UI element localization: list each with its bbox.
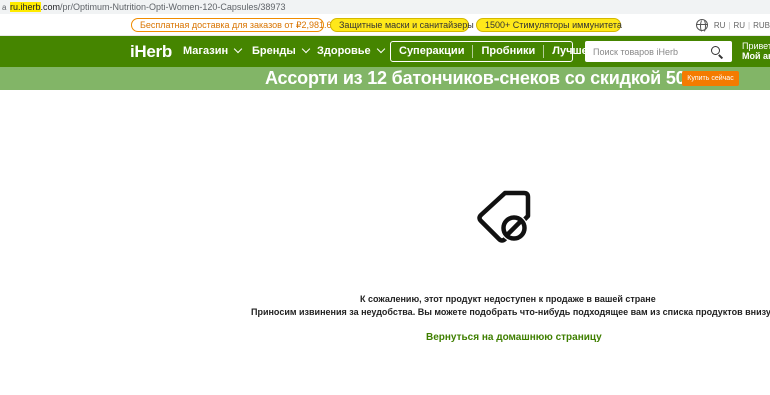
menu-brands-label: Бренды — [252, 45, 296, 57]
buy-now-button[interactable]: Купить сейчас — [682, 71, 739, 86]
free-shipping-pill[interactable]: Бесплатная доставка для заказов от ₽2,98… — [131, 18, 337, 32]
quick-links: Суперакции Пробники Лучшее — [390, 41, 594, 62]
search-icon[interactable] — [711, 46, 720, 55]
address-bar[interactable]: a ru.iherb .com/pr/Optimum-Nutrition-Opti… — [0, 0, 770, 14]
divider: | — [748, 20, 751, 30]
chevron-down-icon — [376, 44, 385, 54]
country-code: RU — [713, 20, 726, 30]
greeting-text: Привет — [742, 41, 770, 51]
menu-shop[interactable]: Магазин — [183, 44, 243, 57]
currency-code: RUB — [753, 20, 770, 30]
menu-health-label: Здоровье — [317, 45, 371, 57]
iherb-logo[interactable]: iHerb — [130, 42, 172, 62]
account-label: Мой ак — [742, 51, 770, 61]
lock-icon: a — [2, 2, 7, 12]
tag-unavailable-icon — [477, 190, 531, 243]
divider: | — [728, 20, 731, 30]
main-content: К сожалению, этот продукт недоступен к п… — [0, 90, 770, 395]
immunity-pill[interactable]: 1500+ Стимуляторы иммунитета — [476, 18, 622, 32]
chevron-down-icon — [233, 44, 243, 54]
banner-text[interactable]: Ассорти из 12 батончиков-снеков со скидк… — [265, 68, 707, 89]
chevron-down-icon — [301, 44, 311, 54]
promo-topbar: Бесплатная доставка для заказов от ₽2,98… — [0, 14, 770, 36]
back-home-link[interactable]: Вернуться на домашнюю страницу — [426, 332, 602, 343]
menu-brands[interactable]: Бренды — [252, 44, 311, 57]
url-host-rest: .com — [40, 2, 61, 12]
promo-banner: Ассорти из 12 батончиков-снеков со скидк… — [0, 67, 770, 90]
account-menu[interactable]: Привет Мой ак — [742, 41, 770, 61]
search-input[interactable] — [585, 41, 705, 62]
samples-link[interactable]: Пробники — [473, 45, 545, 58]
main-nav: iHerb Магазин Бренды Здоровье Суперакции… — [0, 36, 770, 67]
masks-pill[interactable]: Защитные маски и санитайзеры — [330, 18, 474, 32]
search-box — [585, 41, 732, 62]
menu-health[interactable]: Здоровье — [317, 44, 385, 57]
menu-shop-label: Магазин — [183, 45, 229, 57]
url-path: /pr/Optimum-Nutrition-Opti-Women-120-Cap… — [60, 2, 286, 12]
globe-icon — [695, 19, 708, 33]
language-code: RU — [733, 20, 746, 30]
super-offers-link[interactable]: Суперакции — [391, 45, 474, 58]
language-selector[interactable]: RU | RU | RUB — [695, 17, 770, 33]
apology-message: Приносим извинения за неудобства. Вы мож… — [251, 307, 770, 317]
unavailable-message: К сожалению, этот продукт недоступен к п… — [360, 294, 656, 304]
url-host-highlight: ru.iherb — [10, 2, 41, 12]
